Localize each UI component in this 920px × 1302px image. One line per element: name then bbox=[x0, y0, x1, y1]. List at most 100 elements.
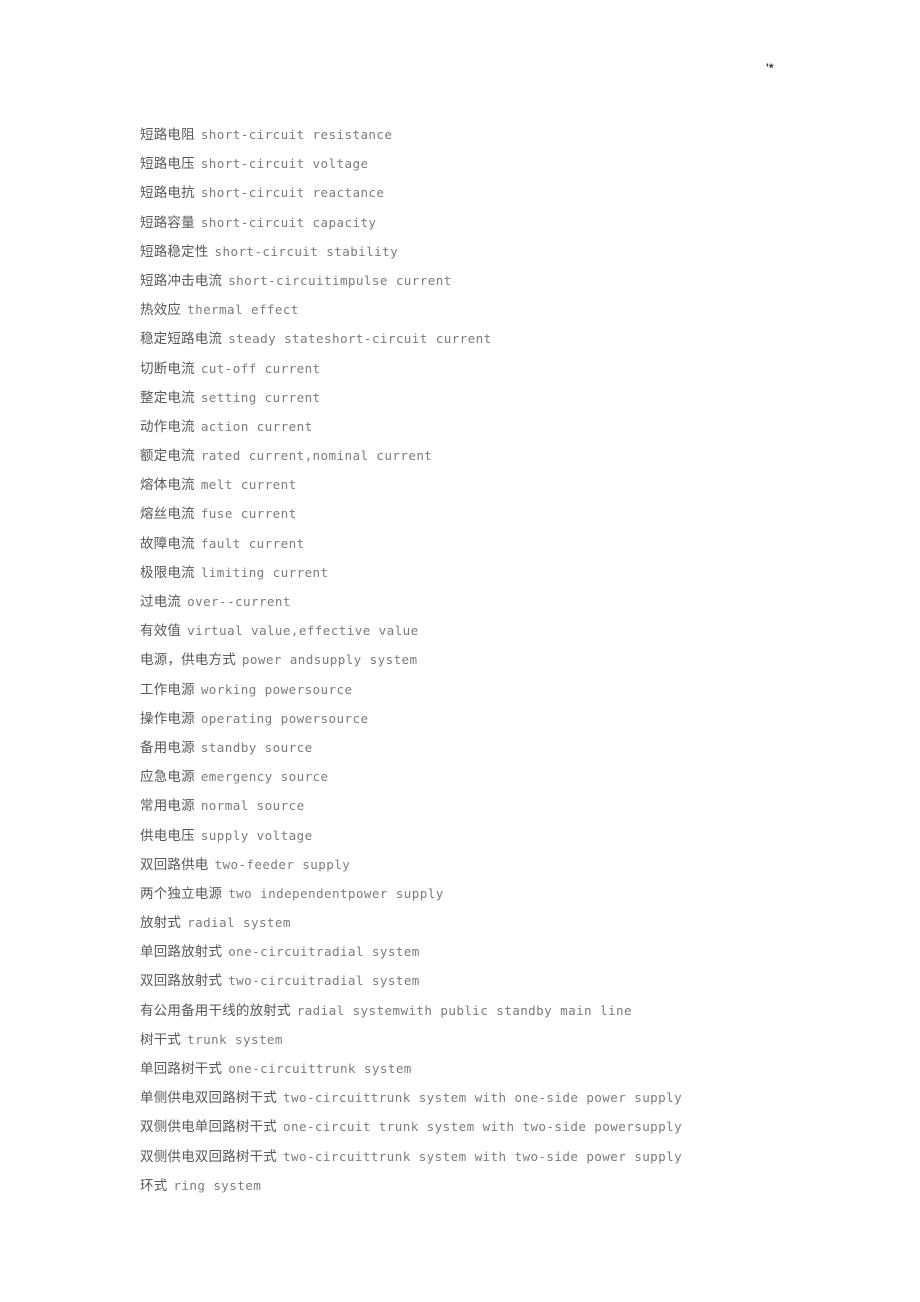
glossary-entry: 环式 ring system bbox=[140, 1171, 860, 1200]
glossary-term-zh: 电源，供电方式 bbox=[140, 652, 236, 669]
glossary-term-zh: 放射式 bbox=[140, 915, 182, 932]
glossary-entry: 整定电流 setting current bbox=[140, 383, 860, 412]
glossary-entry: 动作电流 action current bbox=[140, 412, 860, 441]
glossary-term-zh: 双回路供电 bbox=[140, 856, 209, 873]
glossary-entry: 过电流 over--current bbox=[140, 587, 860, 616]
glossary-entry: 双侧供电双回路树干式 two-circuittrunk system with t… bbox=[140, 1142, 860, 1171]
glossary-term-zh: 短路电阻 bbox=[140, 127, 195, 143]
glossary-term-zh: 应急电源 bbox=[140, 769, 195, 786]
glossary-term-en: one-circuittrunk system bbox=[228, 1061, 412, 1076]
glossary-entry: 稳定短路电流 steady stateshort-circuit current bbox=[140, 324, 860, 353]
glossary-term-zh: 动作电流 bbox=[140, 418, 195, 435]
glossary-term-en: setting current bbox=[200, 389, 321, 405]
glossary-entry: 单侧供电双回路树干式 two-circuittrunk system with o… bbox=[140, 1083, 860, 1112]
glossary-term-en: two-circuittrunk system with two-side po… bbox=[283, 1148, 683, 1164]
glossary-entry: 短路电抗 short-circuit reactance bbox=[140, 178, 860, 207]
glossary-term-en: melt current bbox=[200, 477, 297, 493]
glossary-entry: 短路容量 short-circuit capacity bbox=[140, 208, 860, 237]
glossary-term-zh: 备用电源 bbox=[140, 739, 195, 756]
glossary-entry: 热效应 thermal effect bbox=[140, 295, 860, 324]
glossary-term-en: normal source bbox=[200, 798, 305, 814]
document-page: '* 短路电阻 short-circuit resistance 短路电压 short… bbox=[0, 0, 920, 1302]
glossary-term-zh: 极限电流 bbox=[140, 564, 195, 581]
glossary-term-zh: 单回路放射式 bbox=[140, 944, 223, 961]
glossary-term-en: short-circuit resistance bbox=[200, 127, 393, 142]
glossary-term-zh: 有效值 bbox=[140, 623, 182, 640]
glossary-entry: 短路稳定性 short-circuit stability bbox=[140, 237, 860, 266]
glossary-entry: 极限电流 limiting current bbox=[140, 558, 860, 587]
glossary-term-zh: 操作电源 bbox=[140, 710, 195, 727]
glossary-term-en: working powersource bbox=[200, 681, 353, 697]
glossary-term-zh: 短路电压 bbox=[140, 156, 195, 173]
glossary-term-en: two-circuittrunk system with one-side po… bbox=[283, 1090, 683, 1106]
glossary-term-en: action current bbox=[200, 418, 313, 434]
glossary-entry: 切断电流 cut-off current bbox=[140, 354, 860, 383]
glossary-term-en: trunk system bbox=[187, 1031, 283, 1047]
glossary-term-en: short-circuit voltage bbox=[200, 156, 369, 172]
glossary-term-en: virtual value,effective value bbox=[187, 623, 419, 639]
glossary-entry: 操作电源 operating powersource bbox=[140, 704, 860, 733]
glossary-entry: 短路电压 short-circuit voltage bbox=[140, 149, 860, 178]
glossary-term-zh: 工作电源 bbox=[140, 681, 195, 698]
glossary-term-en: fault current bbox=[200, 535, 305, 551]
glossary-entry: 常用电源 normal source bbox=[140, 791, 860, 820]
glossary-term-zh: 环式 bbox=[140, 1177, 168, 1194]
glossary-term-zh: 双侧供电单回路树干式 bbox=[140, 1119, 277, 1136]
glossary-term-zh: 单侧供电双回路树干式 bbox=[140, 1090, 277, 1107]
glossary-entry: 额定电流 rated current,nominal current bbox=[140, 441, 860, 470]
glossary-term-zh: 切断电流 bbox=[140, 360, 195, 377]
glossary-term-zh: 整定电流 bbox=[140, 389, 195, 406]
glossary-entry: 放射式 radial system bbox=[140, 908, 860, 937]
glossary-term-zh: 过电流 bbox=[140, 594, 182, 610]
glossary-term-en: operating powersource bbox=[200, 710, 369, 726]
glossary-entry: 故障电流 fault current bbox=[140, 529, 860, 558]
glossary-term-en: two-circuitradial system bbox=[228, 973, 420, 989]
glossary-entry: 短路冲击电流 short-circuitimpulse current bbox=[140, 266, 860, 295]
glossary-term-en: steady stateshort-circuit current bbox=[228, 331, 492, 347]
glossary-term-zh: 热效应 bbox=[140, 302, 182, 319]
glossary-term-en: thermal effect bbox=[187, 302, 299, 318]
glossary-term-zh: 短路冲击电流 bbox=[140, 272, 223, 289]
glossary-entry: 两个独立电源 two independentpower supply bbox=[140, 879, 860, 908]
glossary-term-en: radial systemwith public standby main li… bbox=[296, 1002, 632, 1018]
glossary-term-zh: 短路电抗 bbox=[140, 185, 195, 202]
glossary-term-en: emergency source bbox=[200, 769, 329, 785]
glossary-term-zh: 短路容量 bbox=[140, 214, 195, 231]
glossary-entry: 短路电阻 short-circuit resistance bbox=[140, 120, 860, 149]
glossary-term-en: one-circuitradial system bbox=[228, 944, 420, 960]
glossary-term-en: short-circuit stability bbox=[214, 243, 399, 259]
glossary-term-en: fuse current bbox=[200, 506, 297, 522]
glossary-term-en: two independentpower supply bbox=[228, 885, 444, 901]
glossary-term-en: standby source bbox=[200, 739, 313, 755]
glossary-entry: 双回路放射式 two-circuitradial system bbox=[140, 966, 860, 995]
glossary-term-en: radial system bbox=[187, 915, 291, 931]
glossary-term-en: supply voltage bbox=[200, 827, 313, 843]
glossary-term-en: rated current,nominal current bbox=[200, 448, 433, 464]
glossary-term-zh: 有公用备用干线的放射式 bbox=[140, 1002, 291, 1019]
glossary-term-en: cut-off current bbox=[200, 360, 321, 376]
glossary-entry: 单回路放射式 one-circuitradial system bbox=[140, 937, 860, 966]
glossary-term-zh: 短路稳定性 bbox=[140, 243, 209, 260]
glossary-entry: 熔体电流 melt current bbox=[140, 470, 860, 499]
glossary-list: 短路电阻 short-circuit resistance 短路电压 short-ci… bbox=[140, 120, 860, 1200]
glossary-term-zh: 双侧供电双回路树干式 bbox=[140, 1148, 277, 1165]
glossary-entry: 工作电源 working powersource bbox=[140, 675, 860, 704]
glossary-entry: 熔丝电流 fuse current bbox=[140, 499, 860, 528]
glossary-term-zh: 熔丝电流 bbox=[140, 506, 195, 523]
glossary-term-zh: 单回路树干式 bbox=[140, 1061, 223, 1077]
glossary-term-zh: 额定电流 bbox=[140, 448, 195, 465]
glossary-term-en: short-circuitimpulse current bbox=[228, 272, 452, 288]
glossary-term-zh: 双回路放射式 bbox=[140, 973, 223, 990]
glossary-term-zh: 稳定短路电流 bbox=[140, 331, 223, 348]
glossary-term-en: power andsupply system bbox=[241, 652, 418, 668]
glossary-entry: 单回路树干式 one-circuittrunk system bbox=[140, 1054, 860, 1083]
glossary-term-zh: 两个独立电源 bbox=[140, 885, 223, 902]
glossary-entry: 有效值 virtual value,effective value bbox=[140, 616, 860, 645]
glossary-term-en: one-circuit trunk system with two-side p… bbox=[283, 1119, 683, 1135]
glossary-entry: 电源，供电方式 power andsupply system bbox=[140, 645, 860, 674]
glossary-entry: 树干式 trunk system bbox=[140, 1025, 860, 1054]
glossary-term-en: short-circuit capacity bbox=[200, 214, 377, 230]
glossary-entry: 双侧供电单回路树干式 one-circuit trunk system with … bbox=[140, 1112, 860, 1141]
glossary-term-en: ring system bbox=[173, 1177, 262, 1193]
glossary-term-en: two-feeder supply bbox=[214, 856, 351, 872]
